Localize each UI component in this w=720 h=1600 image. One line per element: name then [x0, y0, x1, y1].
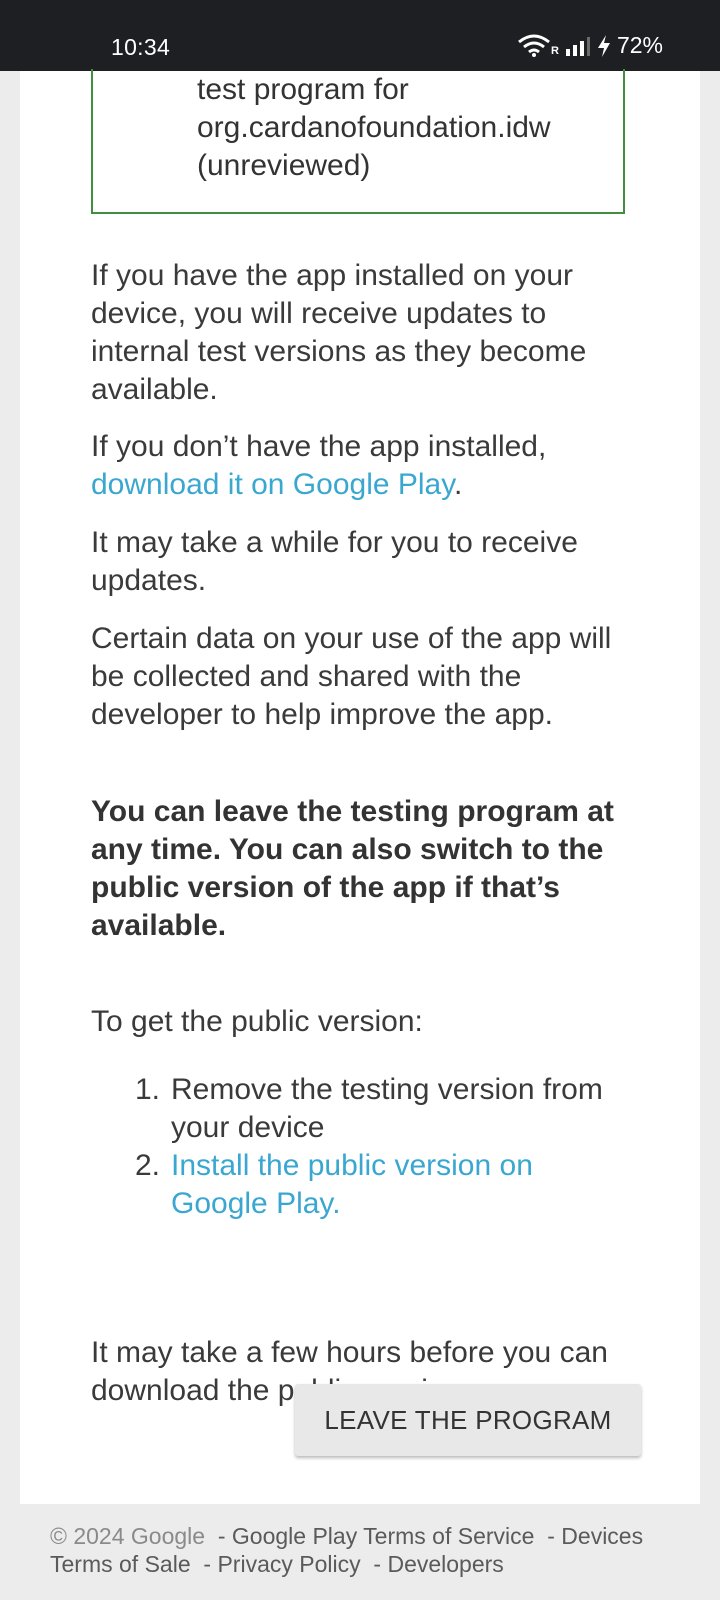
status-icons: R 72%: [517, 32, 663, 59]
data-collection-paragraph: Certain data on your use of the app will…: [91, 622, 612, 731]
program-card: test program for org.cardanofoundation.i…: [20, 69, 700, 1504]
test-program-text: test program for org.cardanofoundation.i…: [197, 73, 551, 182]
footer-separator: -: [373, 1551, 382, 1577]
updates-paragraph: If you have the app installed on your de…: [91, 259, 587, 406]
battery-percent: 72%: [616, 32, 663, 58]
footer-separator: -: [217, 1523, 226, 1549]
footer-separator: -: [547, 1523, 555, 1549]
step-install-public: 2. Install the public version on Google …: [91, 1147, 631, 1223]
charging-bolt-icon: [597, 34, 611, 58]
public-version-steps: 1. Remove the testing version from your …: [91, 1071, 631, 1223]
wifi-icon: [517, 34, 551, 58]
public-version-heading: To get the public version:: [91, 1005, 423, 1038]
footer-link-developers[interactable]: Developers: [387, 1551, 503, 1577]
step-number: 1.: [135, 1073, 161, 1106]
step-number: 2.: [135, 1149, 161, 1182]
leave-anytime-notice: You can leave the testing program at any…: [91, 795, 614, 942]
footer: © 2024 Google - Google Play Terms of Ser…: [50, 1522, 690, 1578]
footer-link-play-terms[interactable]: Google Play Terms of Service: [232, 1523, 535, 1549]
leave-program-button[interactable]: LEAVE THE PROGRAM: [295, 1384, 641, 1456]
cell-signal-icon: [565, 35, 591, 57]
status-time: 10:34: [111, 34, 171, 60]
wait-paragraph: It may take a while for you to receive u…: [91, 526, 578, 597]
footer-link-privacy[interactable]: Privacy Policy: [217, 1551, 360, 1577]
install-public-version-link[interactable]: Install the public version on Google Pla…: [171, 1149, 533, 1220]
install-paragraph-prefix: If you don’t have the app installed,: [91, 430, 547, 463]
status-bar: 10:34 R 72%: [0, 0, 720, 71]
download-google-play-link[interactable]: download it on Google Play: [91, 468, 454, 501]
step-text: Remove the testing version from your dev…: [171, 1073, 603, 1144]
install-paragraph: If you don’t have the app installed, dow…: [91, 428, 631, 504]
install-paragraph-suffix: .: [454, 468, 463, 501]
copyright: © 2024 Google: [50, 1523, 206, 1549]
network-label: R: [551, 44, 559, 57]
footer-separator: -: [203, 1551, 212, 1577]
step-remove-testing: 1. Remove the testing version from your …: [91, 1071, 631, 1147]
